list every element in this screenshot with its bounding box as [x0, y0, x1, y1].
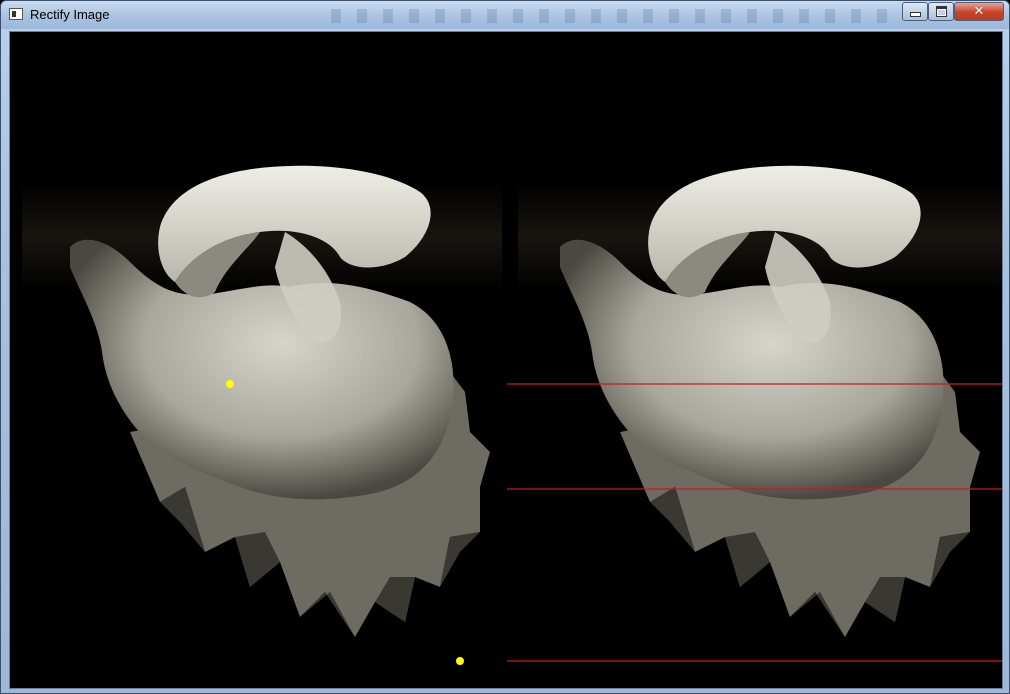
background-toolbar-ghost — [331, 9, 891, 23]
maximize-button[interactable] — [928, 2, 954, 21]
close-icon: ✕ — [973, 4, 985, 19]
minimize-icon — [909, 12, 921, 17]
marker-point[interactable] — [456, 657, 464, 665]
title-bar[interactable]: Rectify Image ✕ — [1, 1, 1009, 29]
app-window-icon — [9, 8, 23, 20]
window-title: Rectify Image — [30, 7, 110, 22]
close-button[interactable]: ✕ — [954, 2, 1004, 21]
rectify-image-window: Rectify Image ✕ — [0, 0, 1010, 694]
image-canvas[interactable] — [9, 31, 1003, 689]
marker-point[interactable] — [226, 380, 234, 388]
minimize-button[interactable] — [902, 2, 928, 21]
maximize-icon — [935, 6, 947, 17]
stereo-pair-view — [10, 32, 1002, 688]
